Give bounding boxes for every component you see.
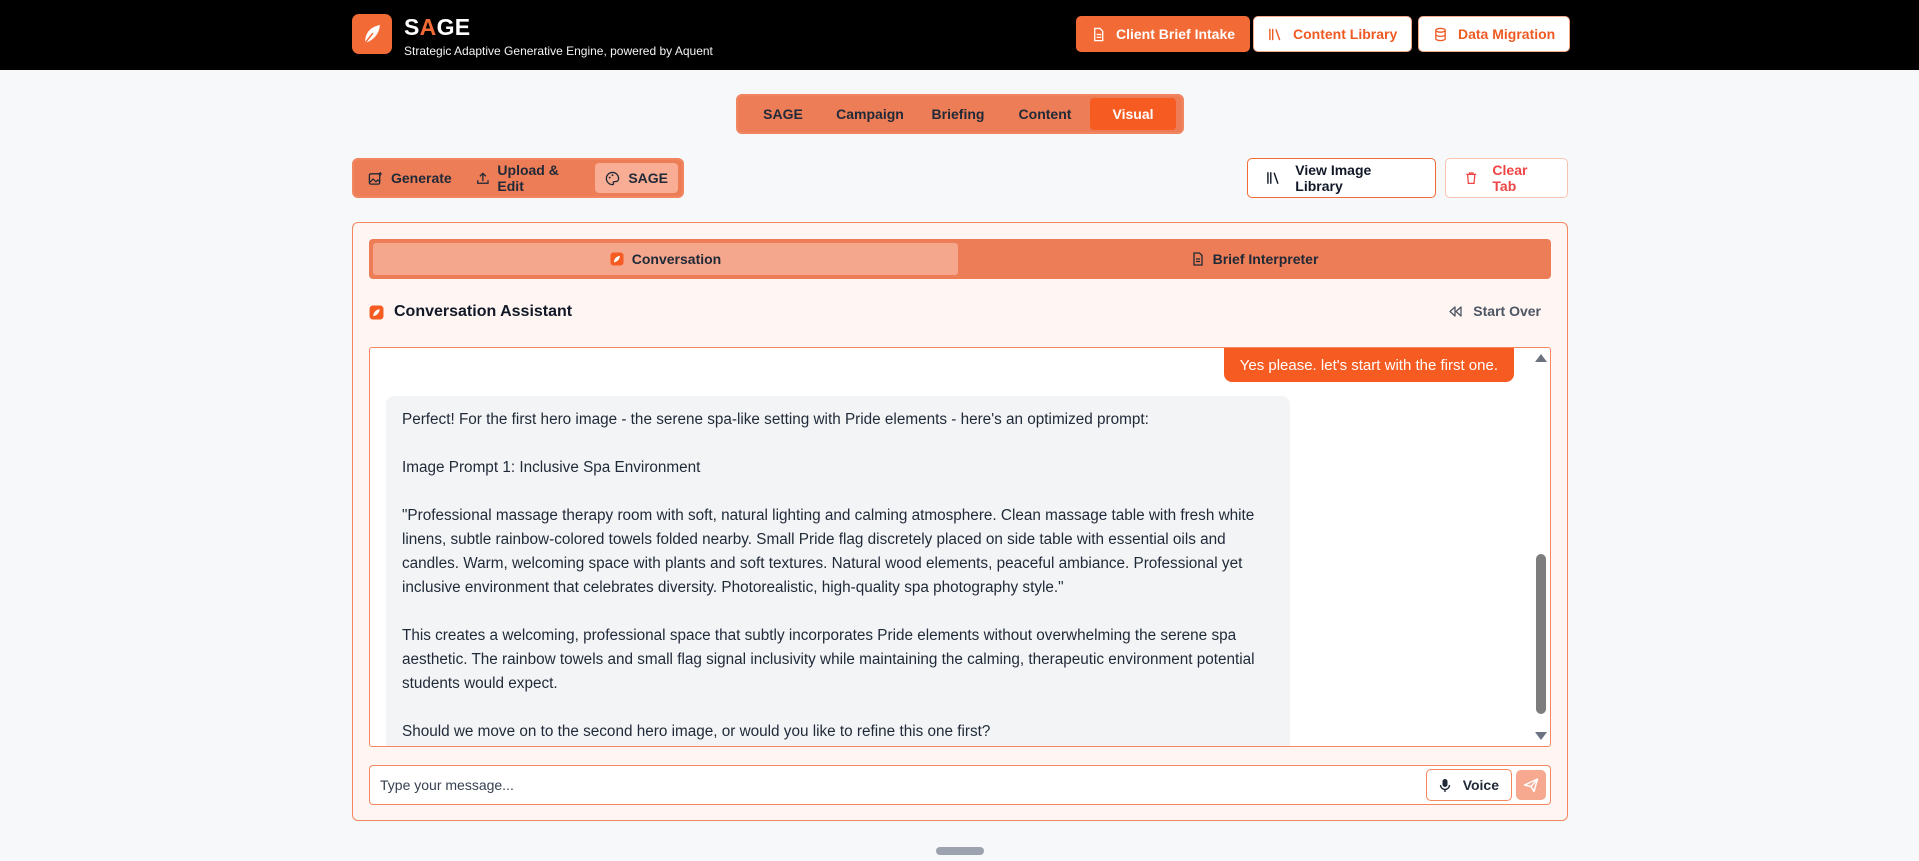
send-button[interactable]	[1516, 770, 1546, 800]
tab-briefing[interactable]: Briefing	[916, 98, 1000, 130]
assistant-message-paragraph: "Professional massage therapy room with …	[402, 507, 1255, 596]
client-brief-intake-label: Client Brief Intake	[1116, 26, 1236, 42]
scroll-down-arrow-icon[interactable]	[1535, 732, 1547, 740]
upload-icon	[476, 171, 489, 184]
leaf-icon	[364, 25, 380, 44]
tab-generate[interactable]: Generate	[358, 163, 462, 193]
data-migration-button[interactable]: Data Migration	[1418, 16, 1571, 52]
content-library-button[interactable]: Content Library	[1253, 16, 1413, 52]
assistant-title: Conversation Assistant	[394, 303, 573, 320]
palette-icon	[606, 171, 620, 185]
tab-conversation[interactable]: Conversation	[373, 243, 958, 275]
tab-conversation-label: Conversation	[631, 251, 722, 267]
start-over-label: Start Over	[1473, 303, 1541, 319]
tab-generate-label: Generate	[391, 170, 452, 186]
assistant-message-paragraph: Perfect! For the first hero image - the …	[402, 411, 1149, 428]
assistant-message-paragraph: Should we move on to the second hero ima…	[402, 723, 991, 740]
tab-sage[interactable]: SAGE	[742, 98, 824, 130]
rewind-icon	[1449, 305, 1462, 317]
chat-scrollbar[interactable]	[1532, 348, 1550, 746]
content-library-label: Content Library	[1293, 26, 1398, 42]
voice-button[interactable]: Voice	[1425, 769, 1512, 801]
tab-content[interactable]: Content	[1000, 98, 1090, 130]
message-composer: Voice	[369, 765, 1551, 805]
assistant-tab-bar: Conversation Brief Interpreter	[369, 239, 1551, 279]
sage-logo[interactable]	[352, 14, 392, 54]
view-image-library-button[interactable]: View Image Library	[1247, 158, 1436, 198]
document-icon	[1094, 27, 1104, 41]
view-image-library-label: View Image Library	[1295, 162, 1372, 194]
start-over-button[interactable]: Start Over	[1448, 303, 1541, 319]
chat-history[interactable]: Yes please. let's start with the first o…	[369, 347, 1551, 747]
brand-title: SAGE	[404, 14, 470, 41]
visual-mode-tabs: Generate Upload & Edit SAGE	[352, 158, 684, 198]
leaf-badge-icon	[369, 305, 384, 319]
voice-label: Voice	[1462, 777, 1499, 793]
main-tab-bar: SAGE Campaign Briefing Content Visual	[736, 94, 1184, 134]
brand-part: S	[404, 14, 420, 40]
brand-part: GE	[436, 14, 471, 40]
image-plus-icon	[368, 171, 383, 185]
assistant-message-paragraph: Image Prompt 1: Inclusive Spa Environmen…	[402, 459, 701, 476]
top-header: SAGE Strategic Adaptive Generative Engin…	[0, 0, 1919, 70]
client-brief-intake-button[interactable]: Client Brief Intake	[1076, 16, 1251, 52]
clear-tab-label: Clear Tab	[1492, 162, 1528, 194]
scroll-up-arrow-icon[interactable]	[1535, 354, 1547, 362]
resize-handle[interactable]	[936, 847, 984, 855]
tab-brief-interpreter-label: Brief Interpreter	[1212, 251, 1319, 267]
data-migration-label: Data Migration	[1458, 26, 1556, 42]
microphone-icon	[1439, 778, 1450, 792]
database-icon	[1435, 27, 1446, 41]
user-message: Yes please. let's start with the first o…	[1223, 348, 1514, 382]
tab-sage-visual-label: SAGE	[628, 170, 668, 186]
document-icon	[1192, 252, 1203, 266]
library-icon	[1267, 172, 1279, 184]
tab-campaign[interactable]: Campaign	[824, 98, 916, 130]
message-input[interactable]	[380, 772, 1400, 798]
assistant-message: Perfect! For the first hero image - the …	[386, 396, 1290, 746]
brand-tagline: Strategic Adaptive Generative Engine, po…	[404, 44, 713, 58]
scrollbar-thumb[interactable]	[1536, 554, 1546, 714]
sage-visual-panel: Conversation Brief Interpreter Conversat…	[352, 222, 1568, 821]
tab-upload-edit-label: Upload & Edit	[497, 162, 559, 194]
send-icon	[1523, 778, 1539, 793]
leaf-badge-icon	[610, 252, 624, 266]
tab-upload-edit[interactable]: Upload & Edit	[466, 162, 592, 194]
brand-highlight: A	[419, 14, 437, 40]
library-icon	[1269, 28, 1281, 40]
conversation-assistant-heading: Conversation Assistant	[369, 303, 572, 321]
trash-icon	[1466, 172, 1477, 185]
tab-sage-visual[interactable]: SAGE	[595, 163, 678, 193]
clear-tab-button[interactable]: Clear Tab	[1445, 158, 1568, 198]
tab-brief-interpreter[interactable]: Brief Interpreter	[962, 243, 1547, 275]
tab-visual[interactable]: Visual	[1090, 98, 1176, 130]
assistant-message-paragraph: This creates a welcoming, professional s…	[402, 627, 1255, 692]
